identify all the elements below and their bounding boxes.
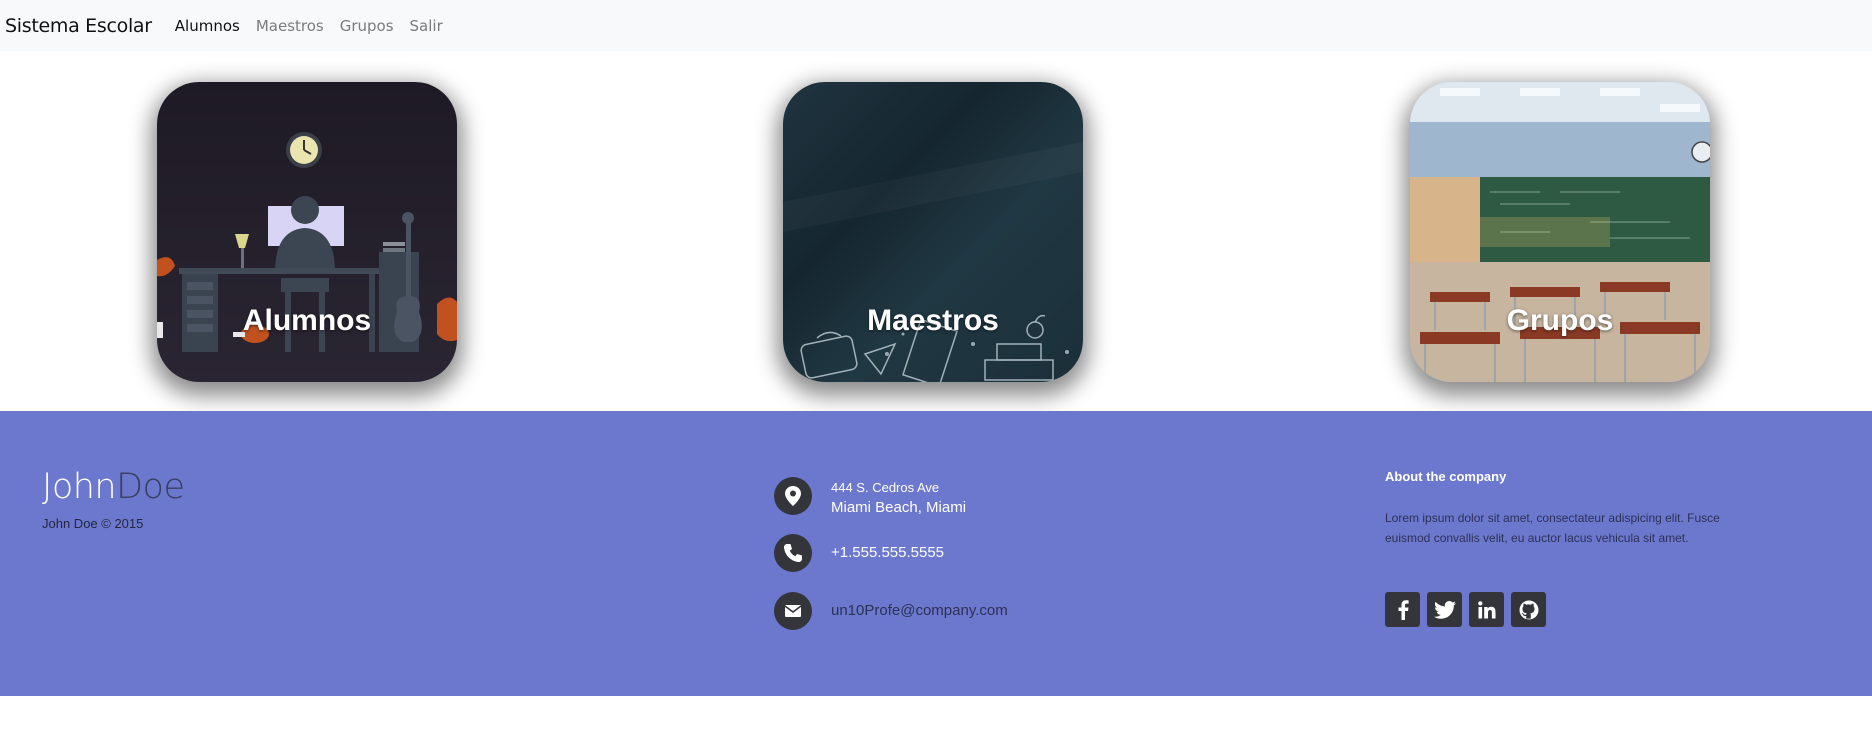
github-icon[interactable] [1511, 592, 1546, 627]
footer: JohnDoe John Doe © 2015 444 S. Cedros Av… [0, 411, 1872, 696]
map-marker-icon [774, 477, 812, 515]
card-grupos-label: Grupos [1506, 304, 1614, 337]
card-alumnos[interactable]: Alumnos [157, 82, 457, 382]
twitter-icon[interactable] [1427, 592, 1462, 627]
nav-link-alumnos[interactable]: Alumnos [175, 17, 240, 35]
cards-section: Alumnos Maestros Grupos [0, 82, 1872, 382]
logo-second: Doe [116, 467, 185, 507]
linkedin-icon[interactable] [1469, 592, 1504, 627]
about-title: About the company [1385, 469, 1507, 484]
copyright: John Doe © 2015 [42, 516, 144, 531]
envelope-icon [774, 592, 812, 630]
logo-first: John [42, 467, 117, 507]
facebook-icon[interactable] [1385, 592, 1420, 627]
email-link[interactable]: un10Profe@company.com [831, 602, 1008, 619]
navbar-brand[interactable]: Sistema Escolar [5, 15, 152, 37]
nav-link-maestros[interactable]: Maestros [256, 17, 324, 35]
nav-links: Alumnos Maestros Grupos Salir [175, 17, 459, 35]
address-line1: 444 S. Cedros Ave [831, 480, 940, 495]
card-maestros[interactable]: Maestros [783, 82, 1083, 382]
card-maestros-label: Maestros [867, 304, 999, 337]
phone-number[interactable]: +1.555.555.5555 [831, 544, 944, 561]
address-line2: Miami Beach, Miami [831, 499, 967, 516]
footer-logo[interactable]: JohnDoe [42, 467, 185, 507]
phone-icon [774, 534, 812, 572]
about-text: Lorem ipsum dolor sit amet, consectateur… [1385, 511, 1720, 545]
navbar: Sistema Escolar Alumnos Maestros Grupos … [0, 0, 1872, 51]
nav-link-salir[interactable]: Salir [410, 17, 443, 35]
social-links [1385, 592, 1546, 627]
nav-link-grupos[interactable]: Grupos [340, 17, 394, 35]
card-grupos[interactable]: Grupos [1410, 82, 1710, 382]
card-alumnos-label: Alumnos [242, 304, 372, 337]
